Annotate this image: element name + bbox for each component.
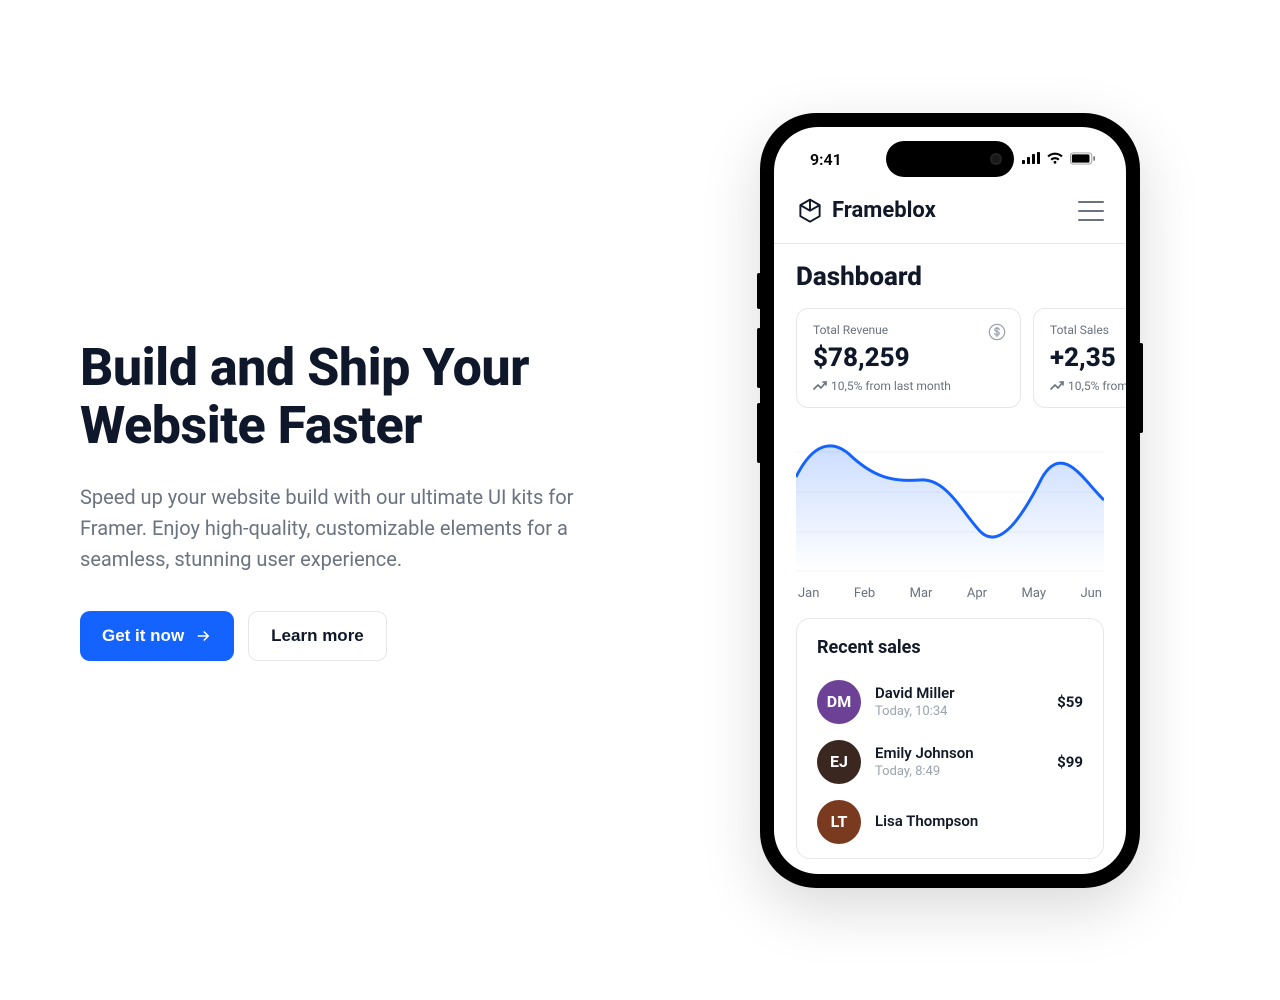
get-it-now-label: Get it now xyxy=(102,626,184,646)
x-tick: Feb xyxy=(854,586,875,601)
avatar: EJ xyxy=(817,740,861,784)
avatar: DM xyxy=(817,680,861,724)
sale-row[interactable]: LT Lisa Thompson xyxy=(817,792,1083,852)
stat-delta-text: 10,5% from last month xyxy=(831,379,951,393)
status-time: 9:41 xyxy=(810,150,842,169)
wifi-icon xyxy=(1046,150,1064,169)
hero-headline: Build and Ship Your Website Faster xyxy=(80,339,640,453)
recent-sales-card: Recent sales DM David Miller Today, 10:3… xyxy=(796,618,1104,859)
sale-name: Emily Johnson xyxy=(875,744,1043,762)
revenue-chart: Jan Feb Mar Apr May Jun xyxy=(774,422,1126,602)
menu-button[interactable] xyxy=(1078,201,1104,221)
x-tick: May xyxy=(1022,586,1046,601)
dollar-icon xyxy=(988,323,1006,341)
stat-value: +2,35 xyxy=(1050,343,1126,373)
learn-more-button[interactable]: Learn more xyxy=(248,611,387,661)
signal-icon xyxy=(1022,150,1040,169)
stat-card-sales[interactable]: Total Sales +2,35 10,5% from xyxy=(1033,308,1126,408)
sale-row[interactable]: EJ Emily Johnson Today, 8:49 $99 xyxy=(817,732,1083,792)
learn-more-label: Learn more xyxy=(271,626,364,646)
dashboard-title: Dashboard xyxy=(796,262,1104,292)
phone-notch xyxy=(886,141,1014,177)
x-tick: Mar xyxy=(910,586,933,601)
battery-icon xyxy=(1070,150,1096,169)
sale-amount: $59 xyxy=(1057,693,1083,711)
brand: Frameblox xyxy=(796,197,936,225)
brand-logo-icon xyxy=(796,197,824,225)
stat-label: Total Sales xyxy=(1050,323,1126,337)
recent-sales-title: Recent sales xyxy=(817,637,1083,658)
x-tick: Apr xyxy=(967,586,987,601)
sale-name: Lisa Thompson xyxy=(875,812,1069,830)
stat-delta-text: 10,5% from xyxy=(1068,379,1126,393)
sale-time: Today, 8:49 xyxy=(875,764,1043,779)
sale-row[interactable]: DM David Miller Today, 10:34 $59 xyxy=(817,672,1083,732)
brand-name: Frameblox xyxy=(832,198,936,223)
x-tick: Jun xyxy=(1080,586,1102,601)
trend-up-icon xyxy=(1050,381,1064,391)
trend-up-icon xyxy=(813,381,827,391)
stat-label: Total Revenue xyxy=(813,323,1004,337)
get-it-now-button[interactable]: Get it now xyxy=(80,611,234,661)
hero-subhead: Speed up your website build with our ult… xyxy=(80,482,600,575)
x-tick: Jan xyxy=(798,586,819,601)
avatar: LT xyxy=(817,800,861,844)
sale-amount: $99 xyxy=(1057,753,1083,771)
stat-value: $78,259 xyxy=(813,343,1004,373)
sale-name: David Miller xyxy=(875,684,1043,702)
sale-time: Today, 10:34 xyxy=(875,704,1043,719)
stat-card-revenue[interactable]: Total Revenue $78,259 10,5% from last mo… xyxy=(796,308,1021,408)
arrow-right-icon xyxy=(194,627,212,645)
phone-mockup: 9:41 xyxy=(760,113,1140,888)
